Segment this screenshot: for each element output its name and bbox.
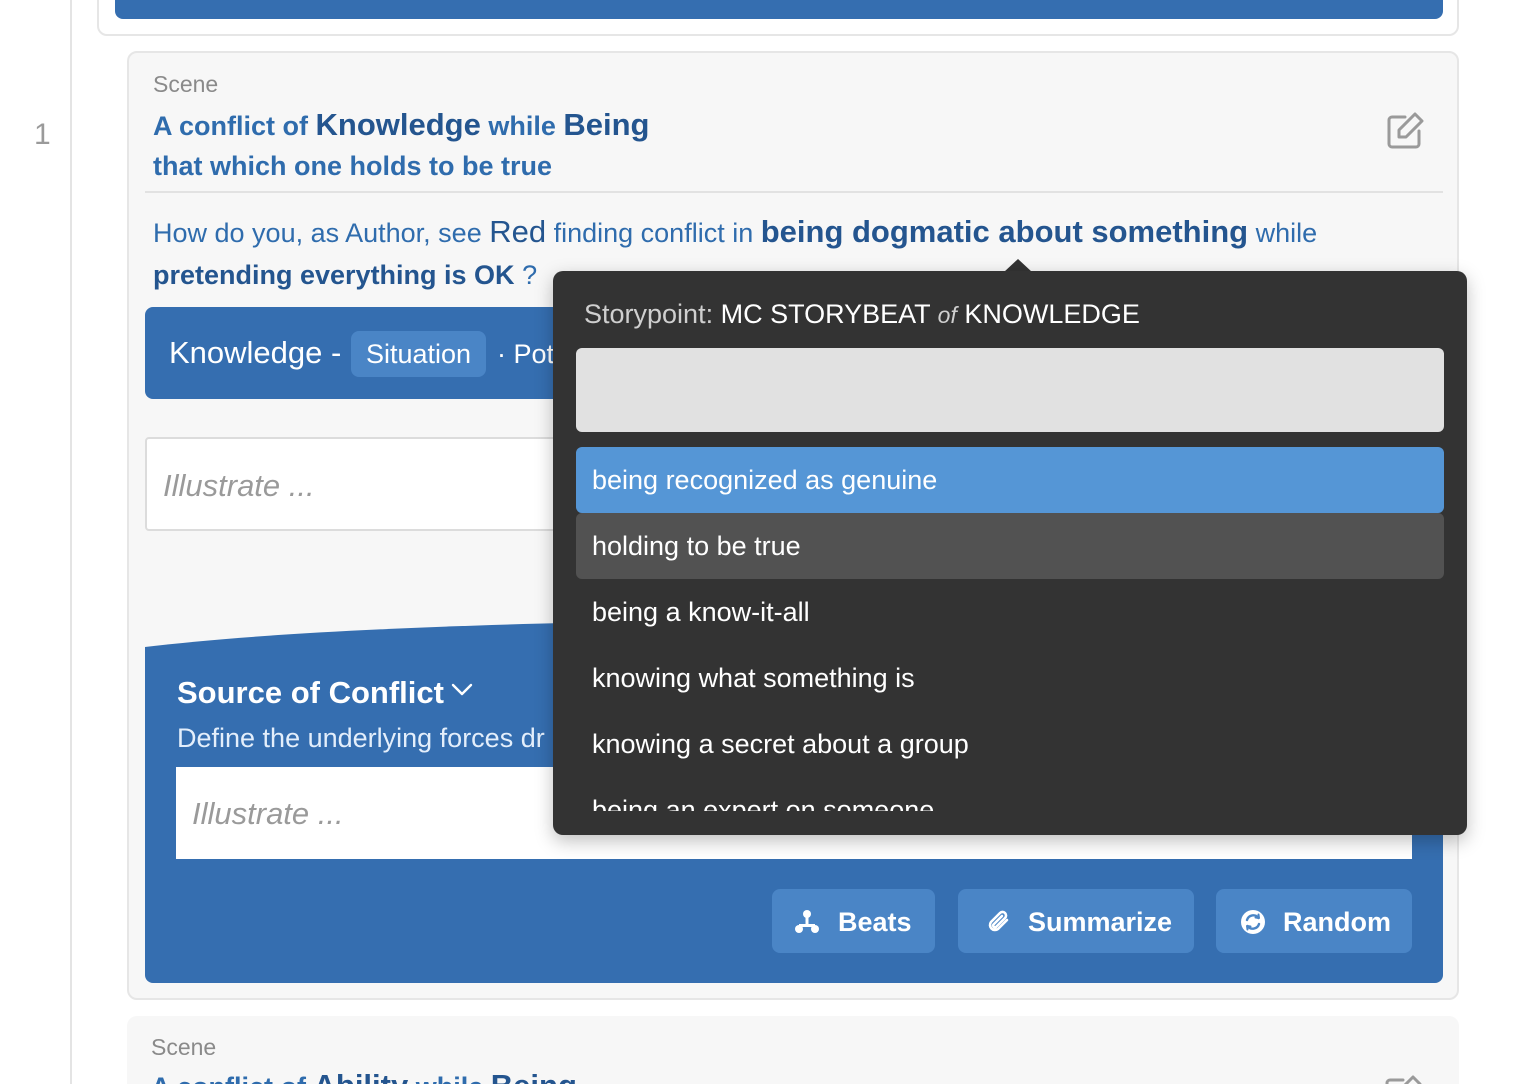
source-of-conflict-title[interactable]: Source of Conflict	[177, 675, 444, 711]
popover-header: Storypoint: MC STORYBEAT of KNOWLEDGE	[584, 299, 1140, 330]
line-gutter: 1	[0, 0, 72, 1084]
beats-icon	[795, 910, 819, 933]
next-scene-edit-icon[interactable]	[1381, 1072, 1425, 1084]
line-number: 1	[34, 118, 51, 151]
page: 1 Scene A conflict of Knowledge while Be…	[0, 0, 1536, 1084]
question-mark: ?	[514, 260, 538, 290]
next-scene-label: Scene	[151, 1034, 217, 1060]
next-scene-card: Scene A conflict of Ability while Being	[127, 1016, 1459, 1084]
random-icon	[1241, 910, 1265, 934]
scene-title-domain: Knowledge	[315, 107, 481, 142]
next-scene-title: A conflict of Ability while Being	[151, 1068, 577, 1084]
popover-header-of: of	[937, 302, 957, 328]
question-pretending: pretending everything is OK	[153, 260, 515, 290]
popover-header-storybeat: MC STORYBEAT	[720, 299, 931, 329]
storypoint-option[interactable]: knowing a secret about a group	[576, 711, 1444, 777]
random-button[interactable]: Random	[1216, 889, 1412, 953]
random-label: Random	[1283, 907, 1391, 937]
storypoint-option[interactable]: being a know-it-all	[576, 579, 1444, 645]
storypoint-option[interactable]: holding to be true	[576, 513, 1444, 579]
chevron-down-icon[interactable]	[451, 683, 473, 697]
previous-scene-bar	[115, 0, 1443, 19]
scene-label: Scene	[153, 71, 219, 97]
next-scene-title-storypoint: Being	[491, 1068, 577, 1084]
question-prefix: How do you, as Author, see	[153, 218, 490, 248]
storypoint-option[interactable]: being recognized as genuine	[576, 447, 1444, 513]
next-scene-title-domain: Ability	[314, 1068, 409, 1084]
beats-button[interactable]: Beats	[772, 889, 935, 953]
storybeat-extra: · Pot	[497, 339, 555, 369]
popover-header-label: Storypoint:	[584, 299, 721, 329]
scene-title-storypoint: Being	[563, 107, 650, 142]
storypoint-option-list[interactable]: being recognized as genuine holding to b…	[576, 447, 1444, 811]
next-scene-title-while: while	[408, 1072, 491, 1084]
popover-header-domain: KNOWLEDGE	[964, 299, 1140, 329]
scene-title-while: while	[480, 111, 564, 141]
storypoint-option[interactable]: knowing what something is	[576, 645, 1444, 711]
question-character: Red	[489, 214, 547, 249]
scene-title-prefix: A conflict of	[153, 111, 316, 141]
question-conflict: being dogmatic about something	[760, 214, 1249, 249]
source-of-conflict-placeholder: Illustrate ...	[192, 796, 344, 831]
illustrate-placeholder: Illustrate ...	[163, 468, 315, 503]
question-while: while	[1248, 218, 1318, 248]
storybeat-chip-situation[interactable]: Situation	[351, 331, 487, 377]
next-scene-title-prefix: A conflict of	[151, 1072, 314, 1084]
question-mid: finding conflict in	[546, 218, 761, 248]
popover-search-input[interactable]	[576, 348, 1444, 432]
scene-title-line2: that which one holds to be true	[153, 151, 553, 181]
edit-icon[interactable]	[1383, 109, 1427, 153]
source-of-conflict-description: Define the underlying forces dr	[177, 723, 545, 753]
previous-scene-card	[97, 0, 1459, 36]
header-divider	[145, 191, 1443, 193]
storypoint-popover: Storypoint: MC STORYBEAT of KNOWLEDGE be…	[553, 271, 1467, 835]
summarize-label: Summarize	[1028, 907, 1173, 937]
beats-label: Beats	[838, 907, 912, 937]
storypoint-option[interactable]: being an expert on someone	[576, 777, 1444, 811]
paperclip-icon	[988, 910, 1009, 932]
scene-title: A conflict of Knowledge while Being that…	[153, 105, 1053, 186]
storybeat-title: Knowledge -	[169, 335, 342, 370]
summarize-button[interactable]: Summarize	[958, 889, 1194, 953]
